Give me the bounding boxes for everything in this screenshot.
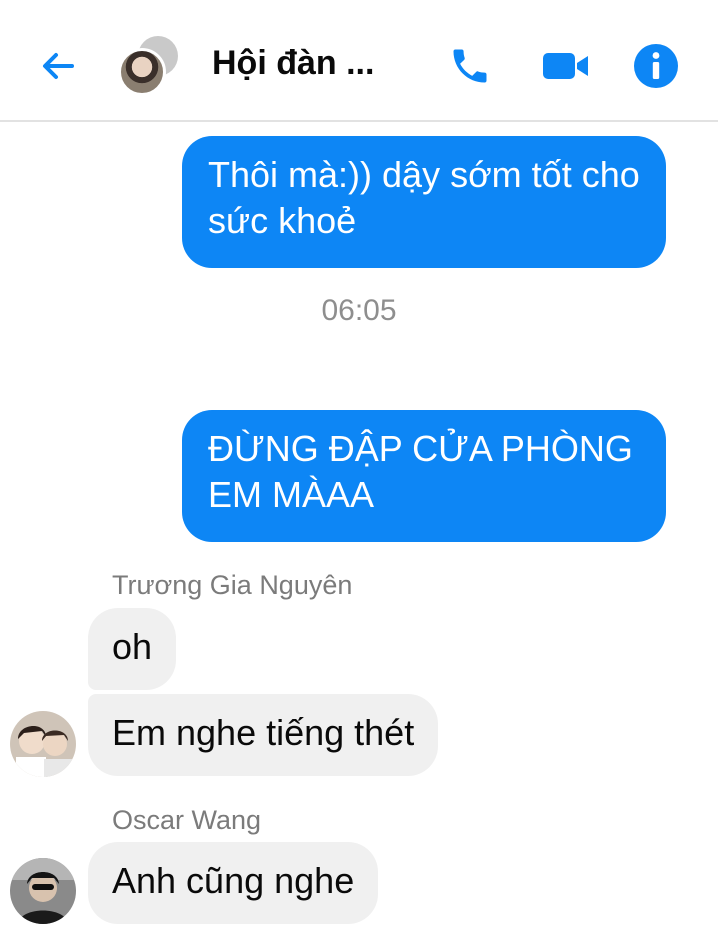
voice-call-button[interactable]: [444, 40, 496, 92]
conversation-header: Hội đàn ...: [0, 0, 718, 122]
group-avatar[interactable]: [116, 36, 184, 98]
incoming-message[interactable]: oh: [88, 608, 177, 690]
outgoing-message[interactable]: ĐỪNG ĐẬP CỬA PHÒNG EM MÀAA: [182, 410, 666, 542]
sender-name: Oscar Wang: [112, 805, 262, 835]
message-text: ĐỪNG ĐẬP CỬA PHÒNG EM MÀAA: [208, 428, 633, 515]
video-call-button[interactable]: [540, 40, 592, 92]
back-button[interactable]: [36, 44, 80, 88]
incoming-message[interactable]: Anh cũng nghe: [88, 842, 379, 924]
incoming-message[interactable]: Em nghe tiếng thét: [88, 694, 439, 776]
back-arrow-icon: [43, 53, 74, 79]
video-camera-icon: [543, 53, 588, 79]
info-button[interactable]: [630, 40, 682, 92]
sender-avatar[interactable]: [10, 711, 76, 777]
chat-screen: Hội đàn ... Thôi mà:)) dậy sớm tốt cho s…: [0, 0, 718, 936]
message-timestamp: 06:05: [321, 294, 397, 327]
conversation-title[interactable]: Hội đàn ...: [212, 44, 374, 83]
info-icon: [634, 44, 678, 88]
phone-icon: [453, 49, 487, 83]
group-avatar-primary: [118, 48, 166, 96]
avatar-photo: [10, 858, 76, 924]
avatar-photo: [10, 711, 76, 777]
message-text: oh: [112, 626, 153, 667]
sender-avatar[interactable]: [10, 858, 76, 924]
message-text: Anh cũng nghe: [112, 860, 355, 901]
sender-name: Trương Gia Nguyên: [112, 570, 353, 600]
message-text: Thôi mà:)) dậy sớm tốt cho sức khoẻ: [208, 154, 640, 241]
message-text: Em nghe tiếng thét: [112, 712, 415, 753]
outgoing-message[interactable]: Thôi mà:)) dậy sớm tốt cho sức khoẻ: [182, 136, 666, 268]
